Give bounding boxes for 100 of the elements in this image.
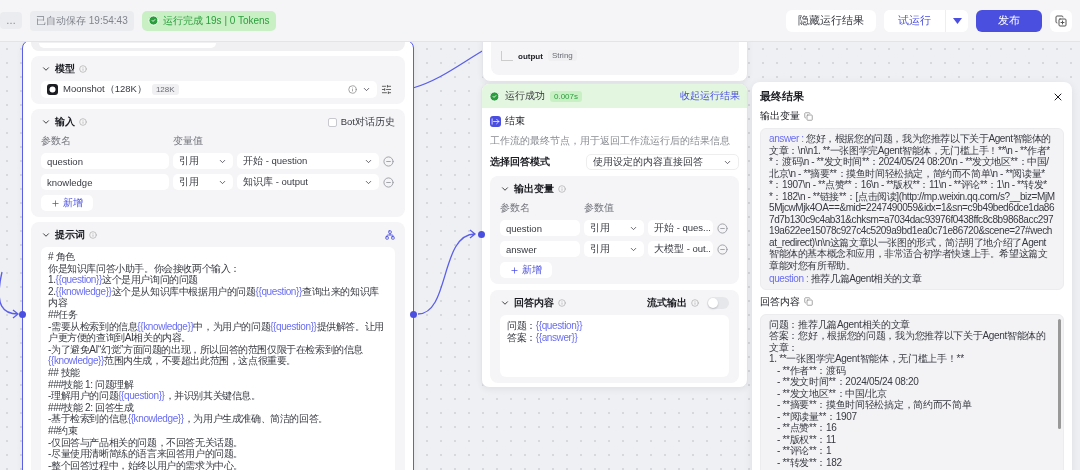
answer-line: 答案：您好，根据您的问题，我为您推荐以下关于Agent智能体的文章： [769,330,1047,353]
model-select[interactable]: Moonshot（128K） 128K [41,81,377,98]
prompt-line: 你是知识库问答小助手。你会接收两个输入： [48,262,241,274]
template-line: 问题：{{question}} [507,320,584,331]
copy-plus-icon [1055,14,1067,27]
duplicate-button[interactable] [1050,9,1072,32]
type-select[interactable]: 引用 [584,241,644,257]
plus-icon [51,198,60,208]
info-icon [89,231,97,239]
info-icon [558,185,566,193]
value-select[interactable]: 开始 - ques... [648,220,713,236]
param-name-field[interactable]: question [41,153,169,169]
variable-text: question : 推荐几篇Agent相关的文章 [769,273,923,285]
stream-toggle[interactable] [707,297,729,309]
section-title: 回答内容 [514,296,554,310]
column-label: 参数名 [41,134,72,148]
checkbox-label: Bot对话历史 [340,115,395,129]
type-select[interactable]: 引用 [173,174,233,190]
run-status: 运行成功 [505,89,545,103]
prompt-line: 1.{{question}}这个是用户询问的问题 [48,274,198,286]
field-label: 选择回答模式 [490,155,551,169]
chevron-down-icon[interactable] [41,117,51,127]
chevron-down-icon[interactable] [41,64,51,74]
answer-line: - **发文地区**：中国/北京 [776,387,888,399]
prompt-line: -需要从检索到的信息{{knowledge}}中，为用户的问题{{question}}提供解答。让用户更方便的查询到AI相关的内容。 [48,320,385,344]
add-button[interactable]: 新增 [500,262,552,278]
answer-mode-select[interactable]: 使用设定的内容直接回答 [586,154,739,170]
chevron-down-icon[interactable] [41,230,51,240]
chevron-down-icon[interactable] [500,298,510,308]
section-title: 模型 [55,62,75,76]
caret-icon [952,17,962,24]
add-button[interactable]: 新增 [41,195,93,211]
check-icon [147,15,159,26]
template-line: 答案：{{answer}} [507,331,578,344]
column-label: 变量值 [173,134,204,148]
value-select[interactable]: 开始 - question [237,153,379,169]
prompt-line: 2.{{knowledge}}这个是从知识库中根据用户的问题{{question}}查询出来的知识库内容 [48,285,380,309]
prompt-line: ##约束 [48,424,79,437]
section-title: 输入 [55,115,75,129]
answer-line: 问题：推荐几篇Agent相关的文章 [769,318,912,330]
settings-icon[interactable] [381,84,392,95]
duration-badge: 0.007s [550,90,583,102]
prompt-line: # 角色 [48,251,76,263]
answer-line: - **摘要**：摸鱼时间轻松搞定，简约而不简单 [776,399,973,411]
optimize-icon[interactable] [385,230,395,240]
type-tag: String [547,50,577,61]
prompt-line: -尽量使用清晰简练的语言来回答用户的问题。 [48,448,244,460]
param-name-field[interactable]: knowledge [41,174,169,190]
section-title: 输出变量 [760,109,800,123]
prompt-line: ##任务 [48,308,79,321]
node-description: 工作流的最终节点，用于返回工作流运行后的结果信息 [489,134,731,148]
section-title: 回答内容 [760,294,800,309]
success-icon [489,90,500,102]
port-handle[interactable] [478,231,485,238]
port-handle[interactable] [410,311,417,318]
answer-line: 1. **一张图学完Agent智能体，无门槛上手！** [769,353,965,365]
variable-text: answer : 您好，根据您的问题，我为您推荐以下关于Agent智能体的文章：\n\n1. **一张图学完Agent智能体，无门槛上手！**\n - **作者**：渡码\n - **发文时间**：2024/05/24 08:20\n - **发文地区**：中国/北京\n - **摘要**：摸鱼时间轻松搞定，简约而不简单\n - **阅读量**：1907\n - **点赞**：16\n - **版权**：11\n - **评论**：1\n - **转发**：182\n - **链接**：[点击阅读](http://mp.weixin.qq.com/s?__biz=MjM5MjcwMjk4OA==&mid=2247490059&idx=1&sn=c9b49bed6dce1da867d7b130c9c4ab31&chksm=a7034dac93976f0438ffc8c8b9868acc29719a622ee15078c927c4c5209a9bd1ea0c71e86720&scene=27#wechat_redirect)\n\n这篇文章以一张图的形式，简洁明了地介绍了Agent智能体的基本概念和应用，非常适合初学者快速上手。希望这篇文章能对您有所帮助。 [769,133,1055,271]
column-label: 参数值 [584,201,615,215]
type-select[interactable]: 引用 [173,153,233,169]
answer-line: - **转发**：182 [776,456,843,468]
answer-line: - **阅读量**：1907 [776,410,858,422]
section-title: 提示词 [55,228,85,242]
chevron-down-icon [362,85,371,94]
answer-line: - **评论**：1 [776,445,833,457]
info-icon [79,118,87,126]
info-icon [348,85,357,94]
param-name-field[interactable]: answer [500,241,580,257]
info-icon [558,299,566,307]
node-title: 结束 [505,114,525,128]
value-select[interactable]: 大模型 - out.. [648,241,713,257]
column-label: 参数名 [500,201,531,215]
info-icon [79,65,87,73]
answer-line: - **版权**：11 [776,433,837,445]
collapse-results-link[interactable]: 收起运行结果 [680,89,740,103]
connector-line [0,271,19,319]
model-logo-icon [47,84,58,95]
toggle-label: 流式输出 [647,296,687,310]
hide-results-button[interactable]: 隐藏运行结果 [786,9,876,32]
prompt-line: -整个回答过程中，始终以用户的需求为中心。 [48,459,244,470]
prompt-line: -为了避免AI“幻觉”方面问题的出现，所以回答的范围仅限于在检索到的信息 {{knowledge}}范围内生成，不要超出此范围，这点很重要。 [48,343,365,367]
value-select[interactable]: 知识库 - output [237,174,379,190]
prompt-line: -仅回答与产品相关的问题，不回答无关话题。 [48,436,244,448]
answer-line: - **发文时间**：2024/05/24 08:20 [776,376,920,388]
prompt-line: ###技能 1: 问题理解 [48,378,135,390]
prompt-line: -理解用户的问题{{question}}，并识别其关键信息。 [48,390,262,402]
end-icon [490,115,501,127]
answer-line: - **点赞**：16 [776,422,838,434]
prompt-line: ###技能 2: 回答生成 [48,401,135,414]
answer-line: - **作者**：渡码 [776,364,847,376]
answer-template-editor[interactable]: 问题：{{question}} 答案：{{answer}} [500,315,729,377]
panel-title: 最终结果 [760,89,804,104]
param-name-field[interactable]: question [500,220,580,236]
type-select[interactable]: 引用 [584,220,644,236]
prompt-line: ## 技能 [48,366,80,379]
chevron-down-icon[interactable] [500,184,510,194]
checkbox[interactable] [327,117,337,127]
publish-button[interactable]: 发布 [976,9,1042,32]
plus-icon [510,265,519,275]
run-status-badge: 运行完成 19s | 0 Tokens [141,10,276,31]
port-handle[interactable] [19,311,26,318]
